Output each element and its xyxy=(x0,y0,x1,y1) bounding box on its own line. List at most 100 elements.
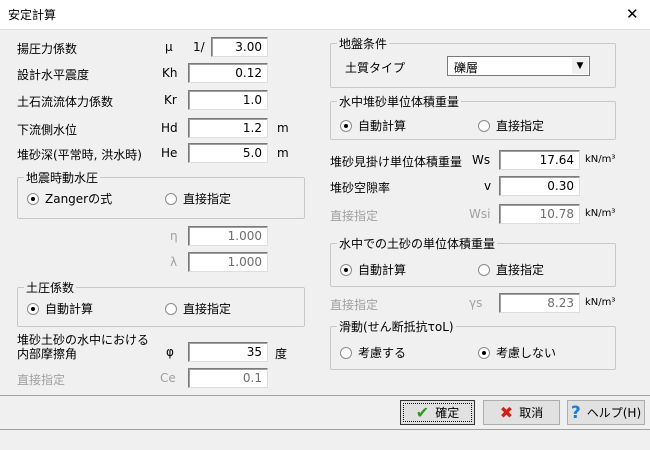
water-group-title: 水中堆砂単位体積重量 xyxy=(337,93,462,110)
kh-label: 設計水平震度 xyxy=(17,68,90,82)
chevron-down-icon: ▼ xyxy=(572,58,588,74)
uplift-label: 揚圧力係数 xyxy=(17,42,78,56)
lambda-symbol: λ xyxy=(170,255,178,269)
radio-soil-water-direct[interactable]: 直接指定 xyxy=(478,261,544,278)
radio-seismic-direct[interactable]: 直接指定 xyxy=(165,190,231,207)
slide-group-title: 滑動(せん断抵抗τoL) xyxy=(337,318,456,335)
phi-symbol: φ xyxy=(166,345,174,359)
water-weight-group: 水中堆砂単位体積重量 自動計算 直接指定 xyxy=(330,93,616,140)
kr-symbol: Kr xyxy=(164,93,177,107)
hd-input[interactable]: 1.2 xyxy=(188,118,268,138)
kr-label: 土石流流体力係数 xyxy=(17,95,114,109)
earth-group-title: 土圧係数 xyxy=(24,279,77,296)
radio-indicator xyxy=(340,346,352,359)
gs-unit: kN/m³ xyxy=(585,297,616,308)
help-icon: ? xyxy=(570,402,581,423)
gs-input[interactable]: 8.23 xyxy=(499,293,580,313)
ce-input[interactable]: 0.1 xyxy=(188,368,268,388)
phi-unit: 度 xyxy=(275,347,288,361)
radio-label: Zangerの式 xyxy=(45,192,113,206)
radio-label: 考慮しない xyxy=(496,346,557,360)
radio-label: 自動計算 xyxy=(358,119,407,133)
radio-earth-auto[interactable]: 自動計算 xyxy=(27,300,93,317)
radio-soil-water-auto[interactable]: 自動計算 xyxy=(340,261,406,278)
title-bar: 安定計算 ✕ xyxy=(0,0,650,30)
ws-unit: kN/m³ xyxy=(585,154,616,165)
radio-indicator xyxy=(340,119,352,132)
cancel-button[interactable]: ✖ 取消 xyxy=(483,400,560,425)
radio-water-auto[interactable]: 自動計算 xyxy=(340,117,406,134)
radio-indicator xyxy=(478,119,490,132)
help-button[interactable]: ? ヘルプ(H) xyxy=(567,400,645,425)
hd-label: 下流側水位 xyxy=(17,123,78,137)
ws-input[interactable]: 17.64 xyxy=(499,150,580,170)
eta-input[interactable]: 1.000 xyxy=(188,226,268,246)
radio-slide-ignore[interactable]: 考慮しない xyxy=(478,344,556,361)
ground-group-title: 地盤条件 xyxy=(337,35,390,52)
he-input[interactable]: 5.0 xyxy=(188,143,268,163)
radio-water-direct[interactable]: 直接指定 xyxy=(478,117,544,134)
radio-earth-direct[interactable]: 直接指定 xyxy=(165,300,231,317)
radio-label: 直接指定 xyxy=(183,192,232,206)
wsi-unit: kN/m³ xyxy=(585,208,616,219)
wsi-input[interactable]: 10.78 xyxy=(499,204,580,224)
he-label: 堆砂深(平常時, 洪水時) xyxy=(17,148,142,162)
kh-input[interactable]: 0.12 xyxy=(188,63,268,83)
soil-type-value: 礫層 xyxy=(454,61,479,75)
radio-label: 直接指定 xyxy=(183,302,232,316)
footer-divider xyxy=(0,395,650,396)
soil-water-group: 水中での土砂の単位体積重量 自動計算 直接指定 xyxy=(330,235,616,287)
window-title: 安定計算 xyxy=(8,8,57,22)
radio-indicator xyxy=(165,302,177,315)
seismic-group-title: 地震時動水圧 xyxy=(24,169,101,186)
help-label: ヘルプ(H) xyxy=(586,406,642,420)
phi-input[interactable]: 35 xyxy=(188,342,268,362)
hd-symbol: Hd xyxy=(161,121,178,135)
radio-indicator xyxy=(340,263,352,276)
hd-unit: m xyxy=(277,121,289,135)
close-icon[interactable]: ✕ xyxy=(626,5,639,23)
radio-label: 直接指定 xyxy=(496,263,545,277)
soil-type-select[interactable]: 礫層 ▼ xyxy=(447,56,590,76)
uplift-symbol: μ xyxy=(165,40,173,54)
radio-indicator xyxy=(165,192,177,205)
radio-indicator xyxy=(27,302,39,315)
soil-water-group-title: 水中での土砂の単位体積重量 xyxy=(337,235,498,252)
radio-indicator xyxy=(478,263,490,276)
ws-label: 堆砂見掛け単位体積重量 xyxy=(330,155,463,169)
radio-label: 自動計算 xyxy=(45,302,94,316)
earth-pressure-group: 土圧係数 自動計算 直接指定 xyxy=(17,279,305,327)
seismic-group: 地震時動水圧 Zangerの式 直接指定 xyxy=(17,169,305,219)
radio-indicator xyxy=(478,346,490,359)
radio-label: 自動計算 xyxy=(358,263,407,277)
ws-symbol: Ws xyxy=(472,153,491,167)
uplift-prefix: 1/ xyxy=(193,40,205,54)
lambda-input[interactable]: 1.000 xyxy=(188,252,268,272)
slide-group: 滑動(せん断抵抗τoL) 考慮する 考慮しない xyxy=(330,318,616,370)
v-label: 堆砂空隙率 xyxy=(330,181,391,195)
ce-label: 直接指定 xyxy=(17,373,66,387)
status-bar xyxy=(0,429,650,450)
uplift-input[interactable]: 3.00 xyxy=(211,37,268,57)
gs-label: 直接指定 xyxy=(330,298,379,312)
ok-label: 確定 xyxy=(435,406,460,420)
he-symbol: He xyxy=(161,146,178,160)
radio-label: 直接指定 xyxy=(496,119,545,133)
radio-slide-consider[interactable]: 考慮する xyxy=(340,344,406,361)
gs-symbol: γs xyxy=(469,296,483,310)
radio-label: 考慮する xyxy=(358,346,407,360)
eta-symbol: η xyxy=(170,229,178,243)
v-input[interactable]: 0.30 xyxy=(499,176,580,196)
cancel-label: 取消 xyxy=(519,406,544,420)
he-unit: m xyxy=(277,146,289,160)
radio-zanger[interactable]: Zangerの式 xyxy=(27,190,112,207)
kr-input[interactable]: 1.0 xyxy=(188,90,268,110)
friction-label-2: 内部摩擦角 xyxy=(17,347,78,361)
soil-type-label: 土質タイプ xyxy=(345,61,406,75)
wsi-symbol: Wsi xyxy=(469,207,491,221)
ce-symbol: Ce xyxy=(160,371,176,385)
ok-button[interactable]: ✔ 確定 xyxy=(400,400,475,425)
v-symbol: v xyxy=(484,179,492,193)
radio-indicator xyxy=(27,192,39,205)
x-icon: ✖ xyxy=(499,403,514,422)
